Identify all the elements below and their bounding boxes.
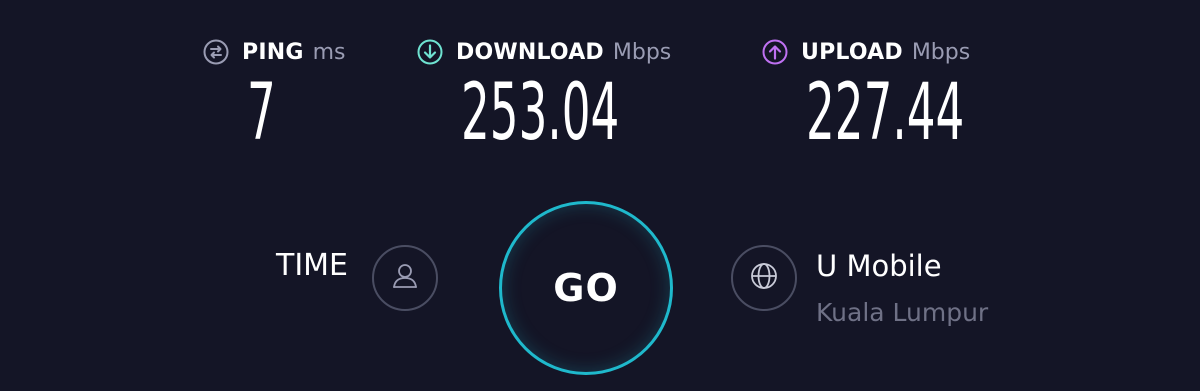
change-server-button[interactable]	[731, 245, 797, 311]
ping-unit: ms	[312, 39, 346, 65]
download-unit: Mbps	[612, 39, 672, 65]
upload-value: 227.44	[806, 68, 965, 158]
server-location: Kuala Lumpur	[816, 298, 989, 327]
ping-header: PING ms	[202, 36, 346, 68]
download-value: 253.04	[461, 68, 620, 158]
ping-icon	[202, 38, 230, 66]
ping-label: PING	[242, 39, 304, 65]
go-label: GO	[553, 266, 619, 310]
upload-label: UPLOAD	[801, 39, 903, 65]
upload-header: UPLOAD Mbps	[761, 36, 970, 68]
user-account-button[interactable]	[372, 245, 438, 311]
download-arrow-icon	[416, 38, 444, 66]
isp-name: U Mobile	[816, 249, 942, 283]
globe-icon	[747, 259, 781, 297]
time-label: TIME	[276, 248, 349, 283]
upload-arrow-icon	[761, 38, 789, 66]
ping-value: 7	[247, 68, 276, 158]
speedtest-result-panel: PING ms 7 DOWNLOAD Mbps 253.04 UPLOAD Mb…	[0, 0, 1200, 391]
user-icon	[388, 259, 422, 297]
upload-unit: Mbps	[911, 39, 971, 65]
download-label: DOWNLOAD	[456, 39, 604, 65]
go-button[interactable]: GO	[499, 201, 673, 375]
download-header: DOWNLOAD Mbps	[416, 36, 671, 68]
